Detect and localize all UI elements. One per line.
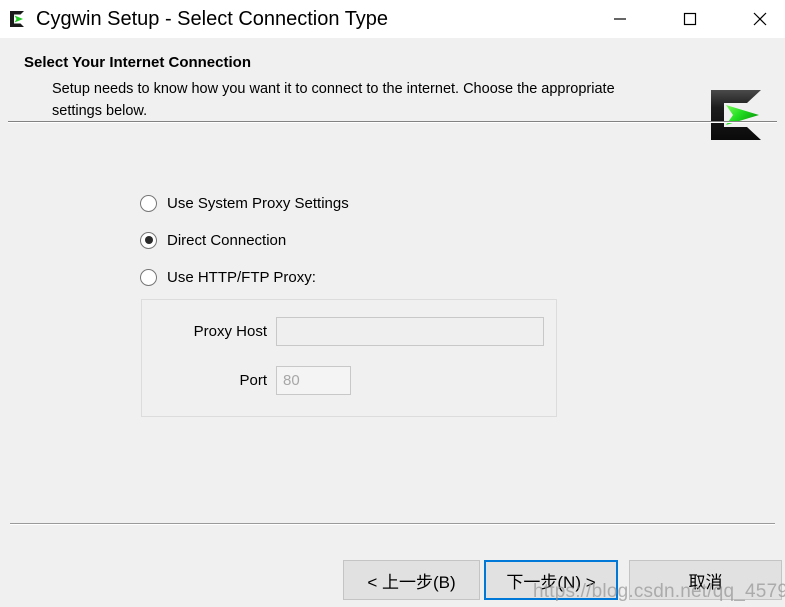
window-title: Cygwin Setup - Select Connection Type — [36, 7, 389, 30]
proxy-host-input[interactable] — [276, 317, 544, 346]
radio-label-system-proxy: Use System Proxy Settings — [167, 194, 349, 212]
maximize-button[interactable] — [667, 0, 713, 38]
footer-divider — [10, 523, 775, 525]
page-title: Select Your Internet Connection — [24, 54, 251, 71]
maximize-icon — [683, 12, 697, 26]
minimize-icon — [614, 18, 626, 20]
proxy-port-input[interactable] — [276, 366, 351, 395]
radio-indicator-system-proxy[interactable] — [140, 194, 157, 212]
radio-label-http-ftp-proxy: Use HTTP/FTP Proxy: — [167, 268, 316, 286]
minimize-button[interactable] — [597, 0, 643, 38]
back-button[interactable]: < 上一步(B) — [343, 560, 480, 600]
proxy-host-row: Proxy Host — [142, 317, 544, 346]
proxy-port-row: Port — [142, 366, 351, 395]
proxy-port-label: Port — [239, 372, 267, 389]
close-button[interactable] — [737, 0, 783, 38]
cancel-button[interactable]: 取消 — [629, 560, 782, 600]
cygwin-logo — [705, 86, 767, 144]
radio-label-direct-connection: Direct Connection — [167, 231, 287, 249]
radio-option-system-proxy[interactable]: Use System Proxy Settings — [140, 192, 349, 214]
proxy-host-label: Proxy Host — [193, 323, 267, 340]
radio-indicator-direct-connection[interactable] — [140, 231, 157, 249]
radio-option-http-ftp-proxy[interactable]: Use HTTP/FTP Proxy: — [140, 266, 349, 288]
header-band: Select Your Internet Connection Setup ne… — [0, 38, 785, 140]
page-description: Setup needs to know how you want it to c… — [52, 81, 615, 119]
cygwin-setup-window: Cygwin Setup - Select Connection Type Se… — [0, 0, 785, 607]
cygwin-icon — [6, 8, 28, 30]
radio-indicator-http-ftp-proxy[interactable] — [140, 268, 157, 286]
proxy-settings-group: Proxy Host Port — [141, 299, 557, 417]
title-bar: Cygwin Setup - Select Connection Type — [0, 0, 785, 38]
header-divider — [8, 121, 777, 123]
connection-options-group: Use System Proxy Settings Direct Connect… — [140, 192, 349, 303]
radio-option-direct-connection[interactable]: Direct Connection — [140, 229, 349, 251]
close-icon — [753, 12, 767, 26]
next-button[interactable]: 下一步(N) > — [484, 560, 618, 600]
